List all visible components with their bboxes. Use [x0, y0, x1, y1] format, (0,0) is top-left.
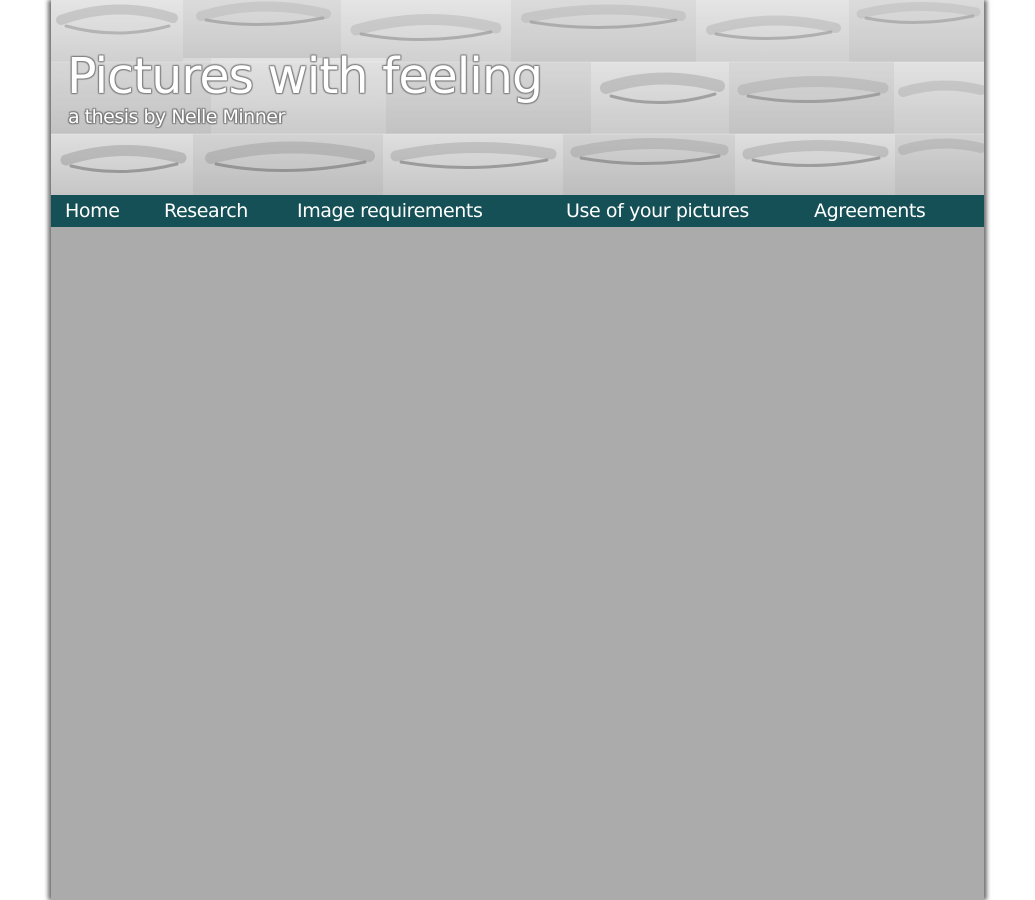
page-container: Pictures with feeling a thesis by Nelle … — [51, 0, 984, 900]
site-title: Pictures with feeling — [67, 48, 543, 105]
nav-item-use-of-your-pictures[interactable]: Use of your pictures — [566, 200, 749, 222]
nav-item-home[interactable]: Home — [65, 200, 120, 222]
main-content-area — [51, 227, 984, 900]
nav-item-agreements[interactable]: Agreements — [814, 200, 926, 222]
nav-item-research[interactable]: Research — [164, 200, 248, 222]
main-navigation: Home Research Image requirements Use of … — [51, 195, 984, 227]
nav-item-image-requirements[interactable]: Image requirements — [297, 200, 483, 222]
header-banner: Pictures with feeling a thesis by Nelle … — [51, 0, 984, 195]
site-subtitle: a thesis by Nelle Minner — [68, 106, 285, 128]
